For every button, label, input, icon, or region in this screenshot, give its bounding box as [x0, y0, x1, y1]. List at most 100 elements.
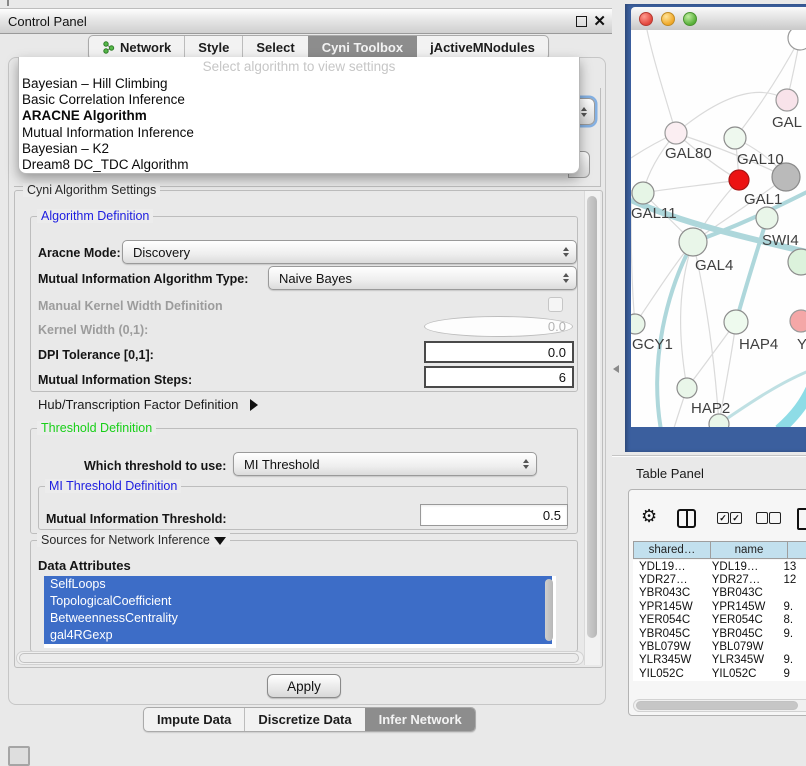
sources-group-title[interactable]: Sources for Network Inference: [37, 533, 230, 547]
tab-cyni-toolbox-label: Cyni Toolbox: [322, 40, 403, 55]
network-node[interactable]: [788, 249, 806, 275]
data-attributes-list: SelfLoopsTopologicalCoefficientBetweenne…: [44, 576, 556, 648]
column-header-shared-name[interactable]: shared…: [633, 541, 711, 559]
tab-cyni-toolbox[interactable]: Cyni Toolbox: [308, 36, 416, 59]
dpi-tolerance-input[interactable]: 0.0: [424, 341, 574, 363]
close-traffic-light-icon[interactable]: [639, 12, 653, 26]
dropdown-option[interactable]: Mutual Information Inference: [19, 125, 579, 141]
settings-hscrollbar-track[interactable]: [16, 651, 584, 665]
hub-definition-expander[interactable]: Hub/Transcription Factor Definition: [38, 397, 258, 412]
network-icon: [102, 41, 115, 54]
deselect-all-checkbox-icon[interactable]: [756, 512, 768, 524]
column-header-clipped[interactable]: [788, 541, 806, 559]
network-node-swi4[interactable]: [756, 207, 778, 229]
manual-kernel-checkbox[interactable]: [548, 297, 563, 312]
mi-steps-input[interactable]: 6: [424, 366, 574, 388]
network-node-gal11[interactable]: [632, 182, 654, 204]
data-attribute-item[interactable]: TopologicalCoefficient: [44, 593, 552, 610]
mi-threshold-input[interactable]: 0.5: [420, 504, 568, 526]
tab-network[interactable]: Network: [89, 36, 184, 59]
settings-hscrollbar-thumb[interactable]: [19, 653, 579, 663]
table-row[interactable]: YBR045CYBR045C9.: [633, 627, 806, 640]
gear-icon[interactable]: ⚙: [641, 507, 657, 525]
dropdown-option[interactable]: Bayesian – K2: [19, 141, 579, 157]
tab-style[interactable]: Style: [184, 36, 242, 59]
network-window-titlebar[interactable]: [631, 7, 806, 31]
data-attribute-item[interactable]: BetweennessCentrality: [44, 610, 552, 627]
zoom-traffic-light-icon[interactable]: [683, 12, 697, 26]
close-icon[interactable]: ✕: [593, 14, 606, 29]
dropdown-placeholder: Select algorithm to view settings: [19, 57, 579, 76]
data-attribute-item[interactable]: gal4RGexp: [44, 627, 552, 644]
network-edge[interactable]: [643, 180, 739, 193]
which-threshold-combobox[interactable]: MI Threshold: [233, 452, 537, 476]
settings-scrollbar-thumb[interactable]: [587, 196, 597, 638]
network-edge[interactable]: [657, 242, 693, 427]
collapsed-panel-chip[interactable]: [8, 746, 30, 766]
dropdown-option[interactable]: Dream8 DC_TDC Algorithm: [19, 157, 579, 173]
kernel-width-input[interactable]: 0.0: [424, 316, 573, 337]
collapse-arrow-icon: [214, 537, 226, 545]
tab-jactivemnodules[interactable]: jActiveMNodules: [416, 36, 548, 59]
apply-button[interactable]: Apply: [267, 674, 341, 698]
network-node-label: GAL4: [695, 257, 733, 274]
dropdown-option[interactable]: ARACNE Algorithm: [19, 108, 579, 124]
tab-infer-network[interactable]: Infer Network: [365, 708, 475, 731]
table-cell: YER054C: [706, 614, 778, 626]
network-edge[interactable]: [779, 382, 806, 427]
mi-threshold-label: Mutual Information Threshold:: [46, 512, 227, 526]
table-cell: 13: [778, 561, 806, 573]
panel-splitter-handle[interactable]: [613, 365, 619, 373]
tab-impute-data[interactable]: Impute Data: [144, 708, 244, 731]
table-hscrollbar-thumb[interactable]: [636, 701, 798, 710]
network-node-hap4[interactable]: [724, 310, 748, 334]
network-node-gal4[interactable]: [679, 228, 707, 256]
network-window-frame[interactable]: GALGAL80GAL10GAL1GAL11SWI4GAL4GCY1HAP4YH…: [625, 4, 806, 452]
algorithm-dropdown-popup: Select algorithm to view settings Bayesi…: [18, 57, 580, 174]
select-all-checkbox-icon[interactable]: ✓: [717, 512, 729, 524]
network-canvas[interactable]: GALGAL80GAL10GAL1GAL11SWI4GAL4GCY1HAP4YH…: [631, 30, 806, 427]
network-edge[interactable]: [647, 30, 676, 133]
network-node-gal10[interactable]: [724, 127, 746, 149]
mi-steps-label: Mutual Information Steps:: [38, 373, 192, 387]
data-attribute-item[interactable]: SelfLoops: [44, 576, 552, 593]
table-row[interactable]: YDL19…YDL19…13: [633, 560, 806, 573]
network-node-gcy1[interactable]: [631, 314, 645, 334]
network-edge[interactable]: [676, 92, 787, 133]
mi-type-combobox[interactable]: Naive Bayes: [268, 266, 577, 290]
table-row[interactable]: YER054CYER054C8.: [633, 614, 806, 627]
export-table-icon[interactable]: [797, 508, 806, 530]
dropdown-option[interactable]: Basic Correlation Inference: [19, 92, 579, 108]
minimize-traffic-light-icon[interactable]: [661, 12, 675, 26]
algorithm-definition-title: Algorithm Definition: [37, 209, 153, 223]
tab-jactivemnodules-label: jActiveMNodules: [430, 40, 535, 55]
column-view-icon[interactable]: [677, 509, 696, 528]
table-row[interactable]: YLR345WYLR345W9.: [633, 654, 806, 667]
network-node-hap2[interactable]: [677, 378, 697, 398]
tab-discretize-data[interactable]: Discretize Data: [244, 708, 364, 731]
table-cell: YPR145W: [706, 601, 778, 613]
select-all-checkbox-icon-2[interactable]: ✓: [730, 512, 742, 524]
network-node-gal1[interactable]: [729, 170, 749, 190]
float-window-icon[interactable]: [576, 16, 587, 27]
tab-select[interactable]: Select: [242, 36, 307, 59]
dropdown-option[interactable]: Bayesian – Hill Climbing: [19, 76, 579, 92]
mi-type-value: Naive Bayes: [279, 271, 352, 286]
network-node-gal80[interactable]: [665, 122, 687, 144]
table-row[interactable]: YDR27…YDR27…12: [633, 573, 806, 586]
table-row[interactable]: YBR043CYBR043C: [633, 587, 806, 600]
table-row[interactable]: YIL052CYIL052C9: [633, 667, 806, 680]
aracne-mode-combobox[interactable]: Discovery: [122, 240, 577, 264]
column-header-name[interactable]: name: [711, 541, 788, 559]
table-row[interactable]: YBL079WYBL079W: [633, 640, 806, 653]
table-hscrollbar-track[interactable]: [633, 699, 806, 712]
settings-scrollbar-track[interactable]: [584, 191, 600, 665]
tab-infer-network-label: Infer Network: [379, 712, 462, 727]
table-row[interactable]: YPR145WYPR145W9.: [633, 600, 806, 613]
network-node[interactable]: [788, 30, 806, 50]
deselect-all-checkbox-icon-2[interactable]: [769, 512, 781, 524]
network-node-y[interactable]: [790, 310, 806, 332]
attributes-scrollbar-thumb[interactable]: [545, 579, 553, 641]
network-node-gal[interactable]: [776, 89, 798, 111]
network-edge[interactable]: [635, 242, 693, 324]
